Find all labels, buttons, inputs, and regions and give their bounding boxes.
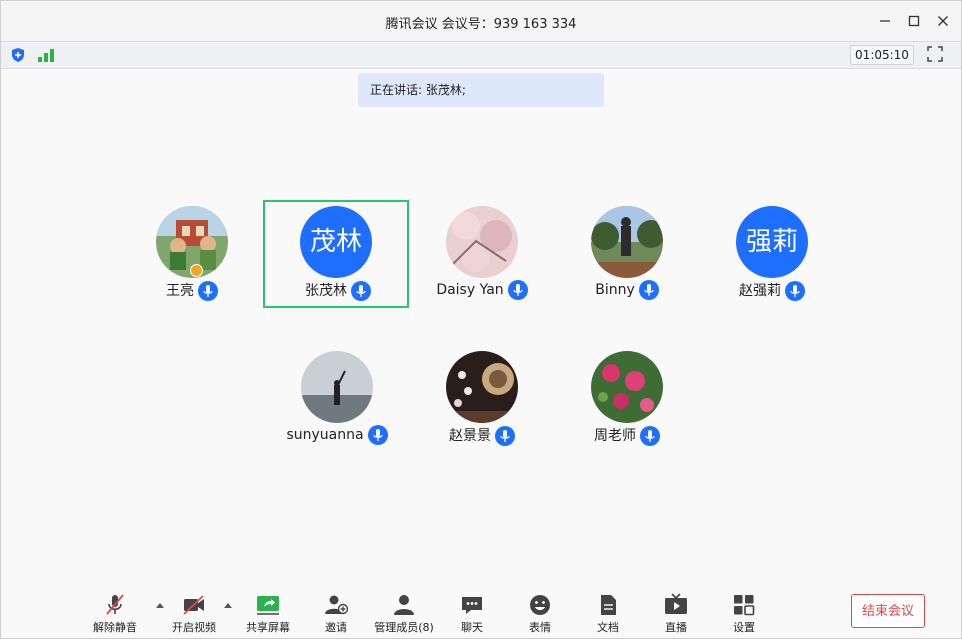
live-label: 直播 [665, 621, 687, 634]
video-label: 开启视频 [172, 621, 216, 634]
avatar [301, 351, 373, 423]
members-icon [394, 595, 414, 615]
mic-icon [198, 281, 218, 301]
host-badge [190, 264, 203, 277]
mic-icon [495, 426, 515, 446]
mic-icon [507, 280, 528, 300]
fullscreen-icon[interactable] [927, 46, 943, 62]
minimize-button[interactable] [875, 11, 895, 31]
meeting-window: 腾讯会议 会议号：939 163 334 01:05:10 正在讲话: 张茂林; [0, 0, 962, 639]
mic-icon [351, 281, 371, 301]
close-button[interactable] [933, 11, 953, 31]
chat-icon [462, 597, 482, 614]
avatar [446, 351, 518, 423]
title-bar: 腾讯会议 会议号：939 163 334 [1, 1, 961, 41]
window-title: 腾讯会议 会议号：939 163 334 [385, 17, 577, 32]
settings-grid-icon [734, 595, 755, 616]
chat-button[interactable]: 聊天 [440, 593, 504, 637]
participant-tile-active[interactable]: 茂林 张茂林 [263, 200, 409, 308]
avatar: 茂林 [300, 206, 372, 278]
emoji-label: 表情 [529, 621, 551, 634]
participant-name: 王亮 [166, 283, 194, 299]
bottom-toolbar: 解除静音 开启视频 共享屏幕 邀请 管理成员(8) 聊天 表情 文档 直播 设置 [1, 587, 961, 639]
mic-icon [640, 426, 660, 446]
video-options-caret-icon[interactable] [223, 601, 233, 609]
live-button[interactable]: 直播 [644, 593, 708, 637]
participant-tile[interactable]: 赵景景 [409, 345, 555, 453]
emoji-button[interactable]: 表情 [508, 593, 572, 637]
members-label: 管理成员(8) [374, 621, 434, 634]
document-icon [601, 595, 616, 615]
avatar [591, 351, 663, 423]
unmute-label: 解除静音 [93, 621, 137, 634]
share-label: 共享屏幕 [246, 621, 290, 634]
emoji-icon [530, 595, 550, 615]
live-broadcast-icon [665, 593, 687, 614]
chat-label: 聊天 [461, 621, 483, 634]
participant-name: Binny [595, 282, 635, 298]
participant-name: 周老师 [594, 428, 636, 444]
invite-icon [325, 595, 349, 615]
meeting-timer: 01:05:10 [850, 45, 914, 65]
unmute-button[interactable]: 解除静音 [83, 593, 147, 637]
participant-tile[interactable]: Binny [554, 200, 700, 308]
share-screen-icon [257, 596, 279, 615]
muted-mic-icon [106, 594, 124, 615]
participant-name: sunyuanna [286, 427, 364, 443]
manage-members-button[interactable]: 管理成员(8) [372, 593, 436, 637]
participant-tile[interactable]: 王亮 [119, 200, 265, 308]
participant-name: Daisy Yan [436, 282, 504, 298]
invite-button[interactable]: 邀请 [304, 593, 368, 637]
docs-label: 文档 [597, 621, 619, 634]
signal-strength-icon[interactable] [37, 47, 55, 63]
participant-tile[interactable]: Daisy Yan [409, 200, 555, 308]
end-meeting-button[interactable]: 结束会议 [851, 594, 925, 628]
docs-button[interactable]: 文档 [576, 593, 640, 637]
settings-label: 设置 [733, 621, 755, 634]
share-screen-button[interactable]: 共享屏幕 [236, 593, 300, 637]
participant-tile[interactable]: 强莉 赵强莉 [699, 200, 845, 308]
participant-tile[interactable]: 周老师 [554, 345, 700, 453]
mic-icon [785, 281, 805, 301]
participant-name: 张茂林 [305, 283, 347, 299]
avatar [446, 206, 518, 278]
mic-icon [367, 425, 388, 445]
invite-label: 邀请 [325, 621, 347, 634]
mic-icon [638, 280, 659, 300]
avatar [591, 206, 663, 278]
video-off-icon [183, 595, 204, 615]
status-bar: 01:05:10 [1, 41, 961, 69]
participant-tile[interactable]: sunyuanna [264, 345, 410, 453]
shield-icon[interactable] [10, 47, 26, 63]
participant-name: 赵强莉 [739, 283, 781, 299]
start-video-button[interactable]: 开启视频 [162, 593, 226, 637]
maximize-button[interactable] [904, 11, 924, 31]
settings-button[interactable]: 设置 [712, 593, 776, 637]
speaking-indicator: 正在讲话: 张茂林; [358, 73, 604, 107]
participant-name: 赵景景 [449, 428, 491, 444]
avatar: 强莉 [736, 206, 808, 278]
